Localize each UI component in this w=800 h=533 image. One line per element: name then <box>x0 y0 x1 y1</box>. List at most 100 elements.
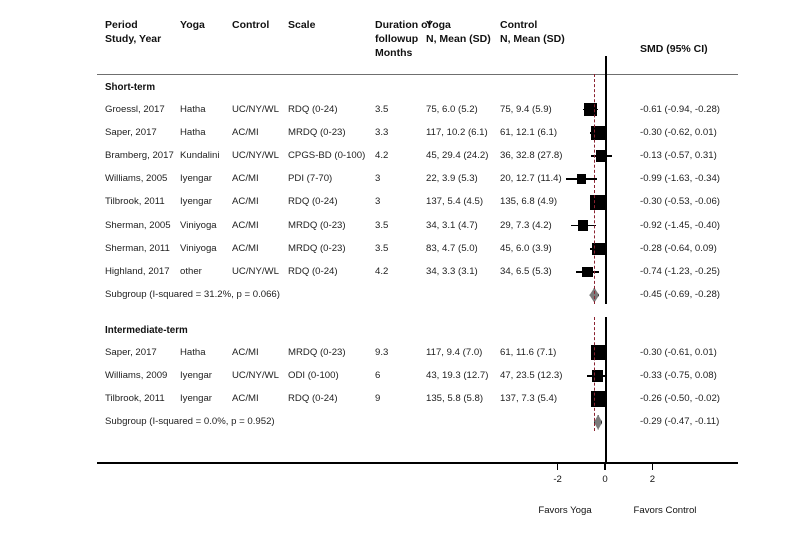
study-yoga-type: other <box>180 265 202 277</box>
favors-control-label: Favors Control <box>633 505 697 516</box>
study-yoga-type: Hatha <box>180 126 206 138</box>
study-weight-box <box>576 174 587 184</box>
study-yoga-type: Viniyoga <box>180 219 217 231</box>
study-control-n: 45, 6.0 (3.9) <box>500 242 552 254</box>
null-effect-line <box>605 74 607 305</box>
study-yoga-type: Iyengar <box>180 393 212 405</box>
null-effect-line-axis <box>605 431 607 463</box>
study-scale: PDI (7-70) <box>288 173 333 185</box>
study-scale: MRDQ (0-23) <box>288 126 346 138</box>
study-control-n: 135, 6.8 (4.9) <box>500 196 558 208</box>
subgroup-summary-smd: -0.29 (-0.47, -0.11) <box>640 416 720 428</box>
column-header-control-n: Control N, Mean (SD) <box>500 19 565 45</box>
study-smd-value: -0.13 (-0.57, 0.31) <box>640 149 717 161</box>
study-smd-value: -0.30 (-0.61, 0.01) <box>640 346 717 358</box>
x-axis-tick <box>604 463 606 470</box>
x-axis-line <box>97 462 738 464</box>
study-scale: ODI (0-100) <box>288 369 339 381</box>
study-name: Williams, 2005 <box>105 173 168 185</box>
study-control-n: 137, 7.3 (5.4) <box>500 393 558 405</box>
study-control-type: AC/MI <box>232 219 259 231</box>
pooled-estimate-line <box>594 74 595 305</box>
study-control-type: UC/NY/WL <box>232 149 279 161</box>
study-yoga-n: 43, 19.3 (12.7) <box>426 369 489 381</box>
column-header-period: Period Study, Year <box>105 19 162 45</box>
study-control-n: 61, 12.1 (6.1) <box>500 126 558 138</box>
null-effect-line <box>605 317 607 432</box>
forest-plot: Period Study, Year Yoga Control Scale Du… <box>0 0 800 533</box>
study-yoga-n: 75, 6.0 (5.2) <box>426 103 478 115</box>
subgroup-summary-label: Subgroup (I-squared = 0.0%, p = 0.952) <box>105 416 275 428</box>
study-smd-value: -0.30 (-0.62, 0.01) <box>640 126 717 138</box>
study-control-type: AC/MI <box>232 242 259 254</box>
study-name: Williams, 2009 <box>105 369 168 381</box>
study-duration: 3.5 <box>375 103 389 115</box>
study-name: Bramberg, 2017 <box>105 149 174 161</box>
study-control-type: AC/MI <box>232 173 259 185</box>
study-duration: 3.5 <box>375 242 389 254</box>
study-scale: RDQ (0-24) <box>288 196 338 208</box>
column-header-smd: SMD (95% CI) <box>640 43 708 55</box>
study-name: Saper, 2017 <box>105 346 157 358</box>
study-weight-box <box>582 266 593 278</box>
column-header-control: Control <box>232 19 270 31</box>
study-name: Saper, 2017 <box>105 126 157 138</box>
study-yoga-n: 22, 3.9 (5.3) <box>426 173 478 185</box>
study-control-type: UC/NY/WL <box>232 369 279 381</box>
column-header-scale: Scale <box>288 19 316 31</box>
study-duration: 9 <box>375 393 381 405</box>
column-header-yoga-n: Yoga N, Mean (SD) <box>426 19 491 45</box>
study-weight-box <box>590 194 606 210</box>
study-control-n: 75, 9.4 (5.9) <box>500 103 552 115</box>
subgroup-summary-diamond <box>593 414 603 430</box>
study-scale: RDQ (0-24) <box>288 103 338 115</box>
x-axis-tick <box>651 463 654 470</box>
study-name: Groessl, 2017 <box>105 103 165 115</box>
study-scale: MRDQ (0-23) <box>288 242 346 254</box>
study-weight-box <box>590 345 606 360</box>
study-weight-box <box>578 220 589 231</box>
column-header-yoga: Yoga <box>180 19 205 31</box>
pooled-estimate-line <box>594 317 595 432</box>
study-yoga-n: 117, 9.4 (7.0) <box>426 346 483 358</box>
study-scale: MRDQ (0-23) <box>288 346 346 358</box>
study-yoga-n: 34, 3.1 (4.7) <box>426 219 478 231</box>
study-yoga-type: Hatha <box>180 346 206 358</box>
study-duration: 6 <box>375 369 381 381</box>
study-control-type: AC/MI <box>232 196 259 208</box>
study-name: Tilbrook, 2011 <box>105 196 165 208</box>
study-control-type: UC/NY/WL <box>232 265 279 277</box>
null-effect-line-header <box>605 56 607 76</box>
study-yoga-type: Hatha <box>180 103 206 115</box>
study-control-n: 20, 12.7 (11.4) <box>500 173 562 185</box>
study-weight-box <box>584 103 597 116</box>
study-duration: 3.3 <box>375 126 389 138</box>
study-smd-value: -0.33 (-0.75, 0.08) <box>640 369 717 381</box>
study-control-type: UC/NY/WL <box>232 103 279 115</box>
x-axis-tick-label: 2 <box>649 474 656 485</box>
study-scale: CPGS-BD (0-100) <box>288 149 366 161</box>
study-yoga-n: 34, 3.3 (3.1) <box>426 265 478 277</box>
column-header-duration: Duration of followup Months <box>375 19 431 59</box>
study-smd-value: -0.92 (-1.45, -0.40) <box>640 219 720 231</box>
study-duration: 9.3 <box>375 346 389 358</box>
study-scale: RDQ (0-24) <box>288 265 338 277</box>
subgroup-summary-label: Subgroup (I-squared = 31.2%, p = 0.066) <box>105 289 280 301</box>
study-yoga-n: 83, 4.7 (5.0) <box>426 242 478 254</box>
study-control-type: AC/MI <box>232 346 259 358</box>
study-yoga-type: Iyengar <box>180 173 212 185</box>
study-control-n: 34, 6.5 (5.3) <box>500 265 552 277</box>
study-control-n: 36, 32.8 (27.8) <box>500 149 563 161</box>
x-axis-tick <box>556 463 559 470</box>
x-axis-tick-label: 0 <box>602 474 608 485</box>
study-scale: RDQ (0-24) <box>288 393 338 405</box>
x-axis-tick-label: -2 <box>553 474 562 485</box>
study-name: Highland, 2017 <box>105 265 170 277</box>
study-yoga-n: 135, 5.8 (5.8) <box>426 393 484 405</box>
study-yoga-type: Kundalini <box>180 149 220 161</box>
study-yoga-type: Iyengar <box>180 369 212 381</box>
study-smd-value: -0.74 (-1.23, -0.25) <box>640 265 720 277</box>
study-name: Sherman, 2005 <box>105 219 171 231</box>
study-control-n: 61, 11.6 (7.1) <box>500 346 557 358</box>
group-label: Intermediate-term <box>105 325 188 337</box>
